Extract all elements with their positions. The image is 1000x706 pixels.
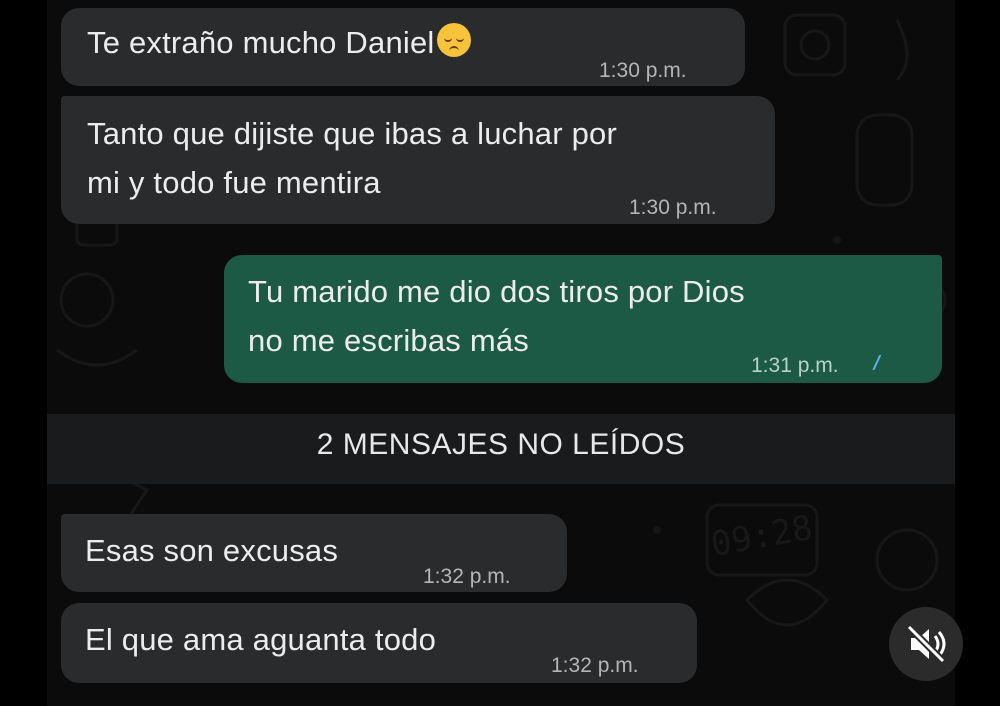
pensive-face-emoji-icon <box>436 23 471 57</box>
message-text-line: mi y todo fue mentira <box>87 165 381 200</box>
message-bubble-incoming[interactable]: Tanto que dijiste que ibas a luchar por … <box>61 96 775 224</box>
message-text-line: Tu marido me dio dos tiros por Dios <box>248 274 745 309</box>
message-text: Esas son excusas <box>85 533 339 568</box>
svg-text:09:28: 09:28 <box>708 508 816 565</box>
message-text: El que ama aguanta todo <box>85 622 437 657</box>
message-timestamp: 1:32 p.m. <box>423 565 511 588</box>
message-bubble-incoming[interactable]: Te extraño mucho Daniel 1:30 p.m. <box>61 8 745 86</box>
message-timestamp: 1:30 p.m. <box>599 59 687 82</box>
message-bubble-outgoing[interactable]: Tu marido me dio dos tiros por Dios no m… <box>224 255 942 383</box>
unread-messages-label: 2 MENSAJES NO LEÍDOS <box>316 428 686 461</box>
message-text-row: Te extraño mucho Daniel <box>87 20 471 66</box>
message-timestamp: 1:32 p.m. <box>551 654 639 677</box>
unread-messages-divider: 2 MENSAJES NO LEÍDOS <box>47 414 955 484</box>
message-text: Te extraño mucho Daniel <box>87 25 435 60</box>
mute-toggle-button[interactable] <box>889 607 963 681</box>
message-timestamp: 1:31 p.m. <box>751 354 839 377</box>
screenshot-frame: 09:28 Te extraño mucho Daniel 1:30 p.m. … <box>0 0 1000 706</box>
speaker-muted-icon <box>906 624 946 664</box>
message-timestamp: 1:30 p.m. <box>629 196 717 219</box>
message-bubble-incoming[interactable]: Esas son excusas 1:32 p.m. <box>61 514 567 592</box>
message-text-line: Tanto que dijiste que ibas a luchar por <box>87 116 617 151</box>
chat-area[interactable]: 09:28 Te extraño mucho Daniel 1:30 p.m. … <box>47 0 955 706</box>
message-bubble-incoming[interactable]: El que ama aguanta todo 1:32 p.m. <box>61 603 697 683</box>
message-text-line: no me escribas más <box>248 323 529 358</box>
